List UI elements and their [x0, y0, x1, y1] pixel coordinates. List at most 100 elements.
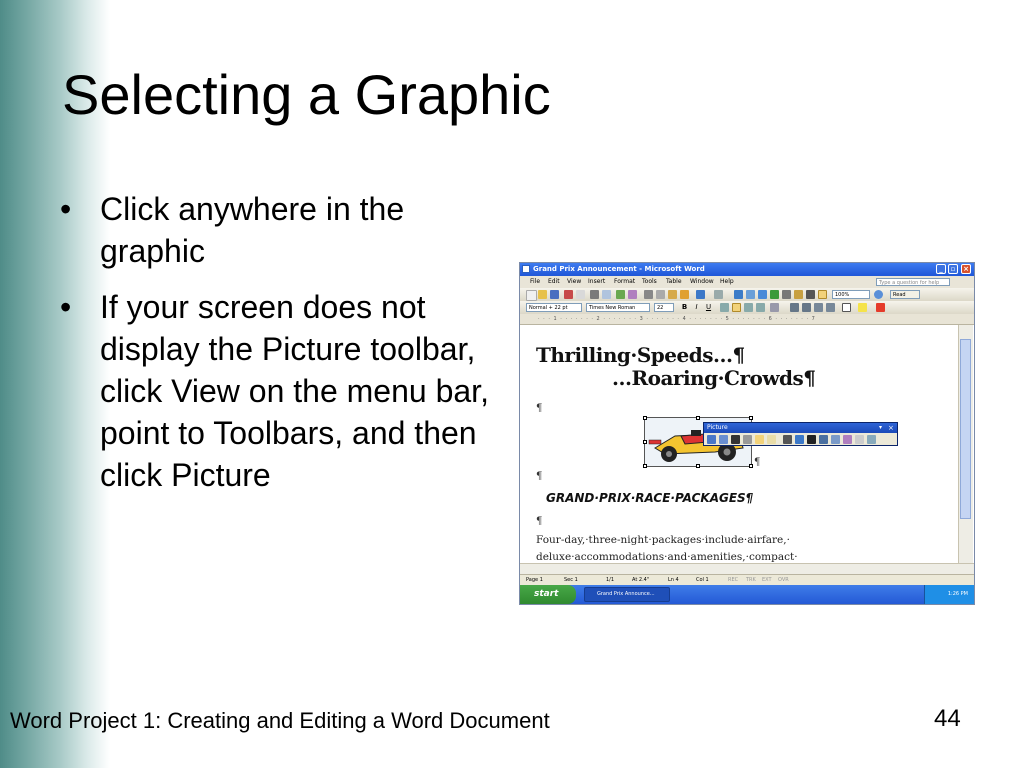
border-icon[interactable] — [842, 303, 851, 312]
resize-handle[interactable] — [749, 464, 753, 468]
save-icon[interactable] — [550, 290, 559, 299]
menu-view[interactable]: View — [567, 276, 581, 288]
word-app-icon — [522, 265, 530, 273]
bullet-dot: • — [60, 289, 72, 325]
menu-insert[interactable]: Insert — [588, 276, 605, 288]
resize-handle[interactable] — [643, 464, 647, 468]
paste-icon[interactable] — [668, 290, 677, 299]
minimize-icon[interactable]: _ — [936, 264, 946, 274]
align-left-icon[interactable] — [720, 303, 729, 312]
format-painter-icon[interactable] — [680, 290, 689, 299]
maximize-icon[interactable]: ▫ — [948, 264, 958, 274]
bullet-list: • Click anywhere in the graphic • If your … — [60, 188, 500, 510]
open-folder-icon[interactable] — [538, 290, 547, 299]
horizontal-scrollbar[interactable] — [520, 563, 974, 574]
rotate-left-icon[interactable] — [795, 435, 804, 444]
cut-icon[interactable] — [644, 290, 653, 299]
format-picture-icon[interactable] — [843, 435, 852, 444]
insert-excel-icon[interactable] — [770, 290, 779, 299]
menu-file[interactable]: File — [530, 276, 540, 288]
highlight-icon[interactable] — [858, 303, 867, 312]
decrease-indent-icon[interactable] — [814, 303, 823, 312]
resize-handle[interactable] — [749, 416, 753, 420]
resize-handle[interactable] — [643, 440, 647, 444]
slide-footer: Word Project 1: Creating and Editing a W… — [10, 708, 550, 733]
document-map-icon[interactable] — [806, 290, 815, 299]
doc-line-roaring-crowds: …Roaring·Crowds¶ — [612, 366, 816, 390]
print-icon[interactable] — [590, 290, 599, 299]
more-brightness-icon[interactable] — [755, 435, 764, 444]
start-button[interactable]: start — [520, 585, 576, 604]
align-center-icon[interactable] — [732, 303, 741, 312]
insert-picture-icon[interactable] — [707, 435, 716, 444]
toolbar-close-icon[interactable]: × — [888, 423, 894, 433]
menu-help[interactable]: Help — [720, 276, 734, 288]
email-icon[interactable] — [576, 290, 585, 299]
show-hide-icon[interactable] — [818, 290, 827, 299]
pilcrow-mark: ¶ — [536, 403, 543, 414]
copy-icon[interactable] — [656, 290, 665, 299]
taskbar-item-word[interactable]: Grand Prix Announce... — [584, 587, 670, 602]
style-select[interactable]: Normal + 22 pt — [526, 303, 582, 312]
new-document-icon[interactable] — [526, 290, 537, 301]
bullets-icon[interactable] — [802, 303, 811, 312]
document-area[interactable]: Thrilling·Speeds…¶ …Roaring·Crowds¶ ¶ ¶ … — [522, 325, 956, 563]
bold-icon[interactable]: B — [680, 303, 689, 312]
set-transparent-color-icon[interactable] — [855, 435, 864, 444]
text-wrapping-icon[interactable] — [831, 435, 840, 444]
word-window-screenshot: Grand Prix Announcement - Microsoft Word… — [519, 262, 975, 605]
italic-icon[interactable]: I — [692, 303, 701, 312]
reset-picture-icon[interactable] — [867, 435, 876, 444]
picture-toolbar[interactable]: Picture ▾ × — [703, 422, 898, 446]
slide-title: Selecting a Graphic — [62, 63, 551, 126]
resize-handle[interactable] — [643, 416, 647, 420]
less-contrast-icon[interactable] — [743, 435, 752, 444]
redo-icon[interactable] — [714, 290, 723, 299]
menu-edit[interactable]: Edit — [548, 276, 560, 288]
toolbar-options-icon[interactable]: ▾ — [879, 423, 882, 433]
drawing-icon[interactable] — [794, 290, 803, 299]
align-right-icon[interactable] — [744, 303, 753, 312]
doc-heading-packages: GRAND·PRIX·RACE·PACKAGES¶ — [546, 491, 754, 505]
print-preview-icon[interactable] — [602, 290, 611, 299]
spelling-icon[interactable] — [616, 290, 625, 299]
hyperlink-icon[interactable] — [734, 290, 743, 299]
doc-body-line-1: Four-day,·three-night·packages·include·a… — [536, 534, 790, 546]
vertical-scroll-thumb[interactable] — [960, 339, 971, 519]
increase-indent-icon[interactable] — [826, 303, 835, 312]
line-style-icon[interactable] — [807, 435, 816, 444]
less-brightness-icon[interactable] — [767, 435, 776, 444]
zoom-select[interactable]: 100% — [832, 290, 870, 299]
more-contrast-icon[interactable] — [731, 435, 740, 444]
compress-pictures-icon[interactable] — [819, 435, 828, 444]
slide-page-number: 44 — [934, 705, 961, 732]
help-icon[interactable] — [874, 290, 883, 299]
justify-icon[interactable] — [756, 303, 765, 312]
color-icon[interactable] — [719, 435, 728, 444]
menu-table[interactable]: Table — [666, 276, 682, 288]
help-search-input[interactable]: Type a question for help — [876, 278, 950, 286]
font-color-icon[interactable] — [876, 303, 885, 312]
font-select[interactable]: Times New Roman — [586, 303, 650, 312]
font-size-select[interactable]: 22 — [654, 303, 674, 312]
numbering-icon[interactable] — [790, 303, 799, 312]
bullet-item: • Click anywhere in the graphic — [60, 188, 500, 272]
menu-tools[interactable]: Tools — [642, 276, 657, 288]
resize-handle[interactable] — [696, 416, 700, 420]
vertical-scrollbar[interactable] — [958, 325, 973, 563]
menu-format[interactable]: Format — [614, 276, 635, 288]
menu-window[interactable]: Window — [690, 276, 714, 288]
permission-icon[interactable] — [564, 290, 573, 299]
underline-icon[interactable]: U — [704, 303, 713, 312]
insert-table-icon[interactable] — [758, 290, 767, 299]
crop-icon[interactable] — [783, 435, 792, 444]
undo-icon[interactable] — [696, 290, 705, 299]
resize-handle[interactable] — [696, 464, 700, 468]
windows-taskbar: start Grand Prix Announce... 1:26 PM — [520, 585, 974, 604]
close-icon[interactable]: × — [961, 264, 971, 274]
columns-icon[interactable] — [782, 290, 791, 299]
line-spacing-icon[interactable] — [770, 303, 779, 312]
read-button[interactable]: Read — [890, 290, 920, 299]
research-icon[interactable] — [628, 290, 637, 299]
tables-borders-icon[interactable] — [746, 290, 755, 299]
